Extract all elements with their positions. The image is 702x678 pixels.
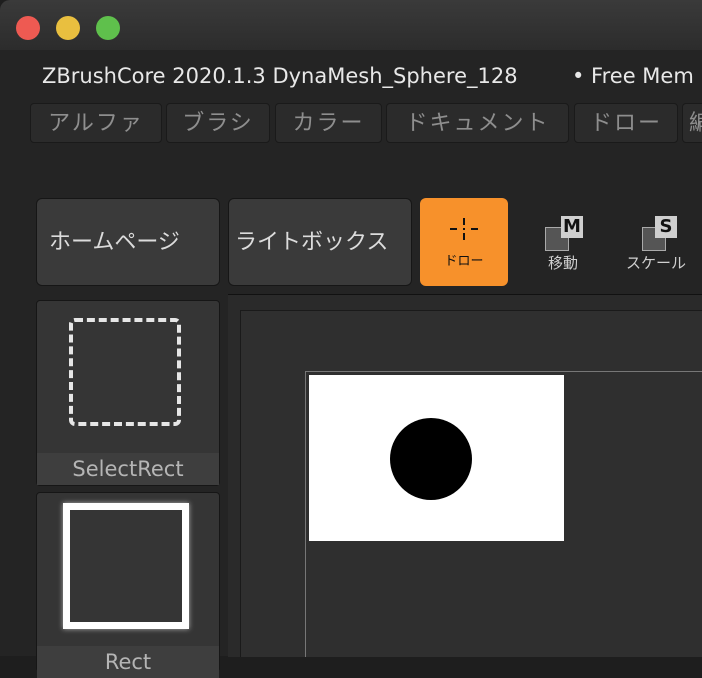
app-info-text: ZBrushCore 2020.1.3 DynaMesh_Sphere_128 — [42, 64, 518, 88]
dashed-rect-icon — [69, 318, 181, 426]
menu-edit[interactable]: 編 — [682, 103, 702, 143]
alpha-label: Rect — [37, 646, 219, 678]
menu-document[interactable]: ドキュメント — [386, 103, 569, 143]
black-circle-shape — [390, 418, 472, 500]
alpha-rect[interactable]: Rect — [36, 492, 220, 678]
homepage-button[interactable]: ホームページ — [36, 198, 220, 286]
move-key-icon: M — [561, 216, 583, 238]
zoom-window-button[interactable] — [96, 16, 120, 40]
move-label: 移動 — [547, 254, 578, 272]
menu-color[interactable]: カラー — [275, 103, 382, 143]
window-titlebar — [0, 0, 702, 50]
menu-alpha[interactable]: アルファ — [30, 103, 162, 143]
scale-tool-button[interactable]: S スケール — [621, 210, 691, 280]
close-window-button[interactable] — [16, 16, 40, 40]
draw-label: ドロー — [444, 254, 484, 269]
move-tool-button[interactable]: M 移動 — [528, 210, 598, 280]
alpha-label: SelectRect — [37, 453, 219, 485]
free-memory-text: • Free Mem — [572, 64, 694, 88]
scale-label: スケール — [625, 254, 686, 272]
rect-icon — [63, 503, 189, 629]
menu-brush[interactable]: ブラシ — [166, 103, 270, 143]
alpha-selectrect[interactable]: SelectRect — [36, 300, 220, 486]
scale-key-icon: S — [655, 216, 677, 238]
crosshair-icon — [450, 218, 478, 240]
lightbox-button[interactable]: ライトボックス — [228, 198, 412, 286]
menu-draw[interactable]: ドロー — [574, 103, 678, 143]
minimize-window-button[interactable] — [56, 16, 80, 40]
draw-mode-button[interactable]: ドロー — [420, 198, 508, 286]
